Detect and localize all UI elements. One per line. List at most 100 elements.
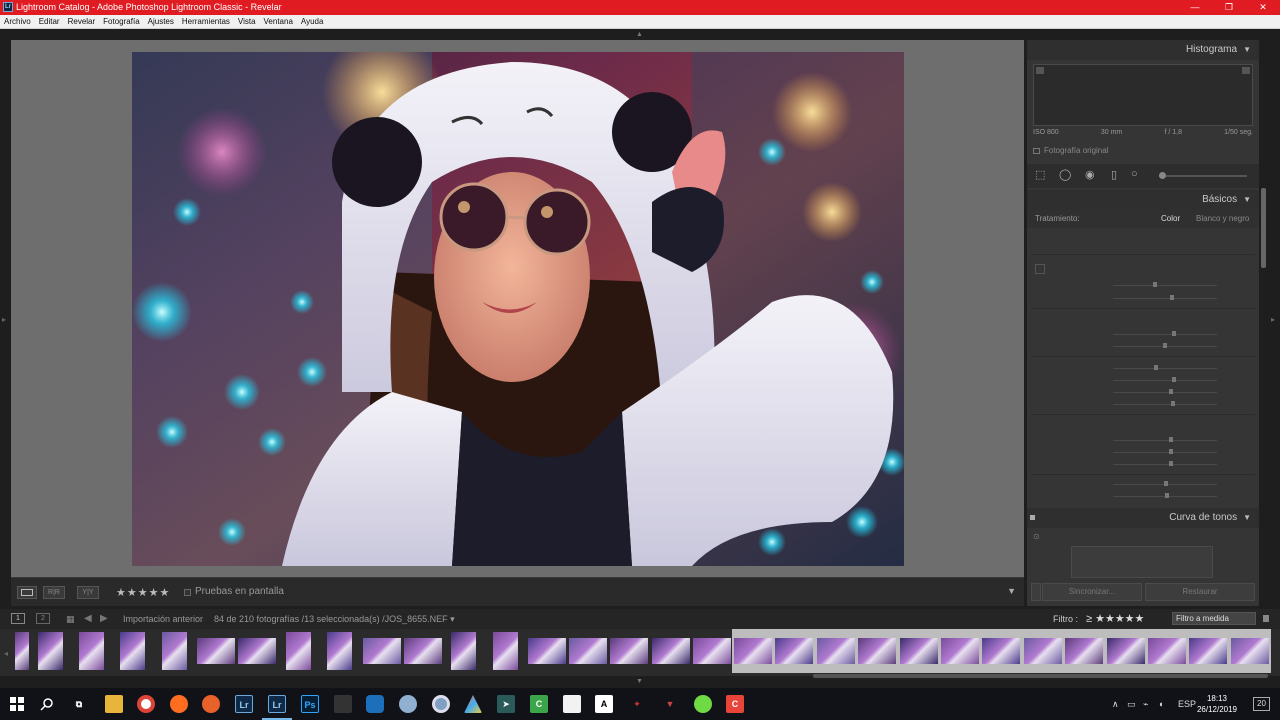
filmstrip-thumbnail[interactable]: [1187, 629, 1230, 673]
maximize-button[interactable]: ❐: [1212, 0, 1246, 15]
filmstrip-thumbnail[interactable]: [608, 629, 650, 673]
whites-slider[interactable]: [1027, 388, 1259, 398]
menu-vista[interactable]: Vista: [234, 15, 260, 28]
filmstrip-thumbnail[interactable]: [236, 629, 278, 673]
main-window-button[interactable]: 1: [11, 613, 25, 624]
slider-knob[interactable]: [1163, 343, 1167, 348]
filmstrip-thumbnail[interactable]: [1063, 629, 1106, 673]
menu-ajustes[interactable]: Ajustes: [144, 15, 178, 28]
menu-fotografia[interactable]: Fotografía: [99, 15, 143, 28]
menu-herramientas[interactable]: Herramientas: [178, 15, 234, 28]
slider-knob[interactable]: [1159, 172, 1166, 179]
disc-app-icon[interactable]: [432, 695, 450, 713]
temperature-slider[interactable]: [1027, 281, 1259, 291]
upwork-icon[interactable]: [694, 695, 712, 713]
right-panel-scrollbar[interactable]: [1261, 188, 1266, 268]
tone-curve-header[interactable]: Curva de tonos ▼: [1027, 508, 1259, 528]
secondary-window-button[interactable]: 2: [36, 613, 50, 624]
filmstrip-thumbnail[interactable]: [650, 629, 692, 673]
filmstrip-left-arrow-icon[interactable]: ◂: [4, 649, 8, 658]
slider-knob[interactable]: [1172, 377, 1176, 382]
filmstrip-thumbnail[interactable]: [773, 629, 816, 673]
filmstrip-thumbnail[interactable]: [1146, 629, 1188, 673]
firefox-secondary-icon[interactable]: [202, 695, 220, 713]
blacks-slider[interactable]: [1027, 400, 1259, 410]
arrow-app-icon[interactable]: ➤: [497, 695, 515, 713]
firefox-icon[interactable]: [170, 695, 188, 713]
shadows-slider[interactable]: [1027, 376, 1259, 386]
volume-icon[interactable]: ◖: [1158, 688, 1163, 720]
prism-app-icon[interactable]: [464, 695, 482, 713]
network-icon[interactable]: ⌁: [1143, 688, 1148, 720]
filmstrip-thumbnail[interactable]: [939, 629, 981, 673]
menu-editar[interactable]: Editar: [35, 15, 64, 28]
highlight-clipping-icon[interactable]: [1242, 67, 1250, 74]
filter-preset-select[interactable]: Filtro a medida: [1172, 612, 1256, 625]
reset-button[interactable]: Restaurar: [1145, 583, 1255, 601]
filmstrip-thumbnail[interactable]: [691, 629, 733, 673]
slider-knob[interactable]: [1153, 282, 1157, 287]
sync-button[interactable]: Sincronizar...: [1042, 583, 1142, 601]
globe-app-icon[interactable]: [399, 695, 417, 713]
filmstrip-thumbnail[interactable]: [1104, 629, 1147, 673]
original-photo-toggle[interactable]: Fotografía original: [1033, 146, 1108, 155]
filmstrip-thumbnail[interactable]: [118, 629, 147, 673]
menu-ventana[interactable]: Ventana: [260, 15, 297, 28]
slider-knob[interactable]: [1170, 295, 1174, 300]
filmstrip-thumbnail[interactable]: [732, 629, 774, 673]
slider-knob[interactable]: [1169, 461, 1173, 466]
chrome-icon[interactable]: [137, 695, 155, 713]
grid-view-icon[interactable]: ▦: [66, 614, 76, 624]
filmstrip-thumbnail[interactable]: [491, 629, 520, 673]
menu-archivo[interactable]: Archivo: [0, 15, 35, 28]
source-label[interactable]: Importación anterior: [123, 609, 203, 629]
minimize-button[interactable]: —: [1178, 0, 1212, 15]
wolf-app-icon[interactable]: ✦: [628, 695, 646, 713]
graduated-filter-icon[interactable]: ▯: [1111, 168, 1117, 181]
filmstrip-thumbnail[interactable]: [284, 629, 313, 673]
windows-start-icon[interactable]: [8, 695, 26, 713]
filmstrip-thumbnail[interactable]: [36, 629, 65, 673]
slider-knob[interactable]: [1154, 365, 1158, 370]
top-panel-toggle[interactable]: ▲: [0, 29, 1280, 40]
camtasia-icon[interactable]: C: [530, 695, 548, 713]
highlights-slider[interactable]: [1027, 364, 1259, 374]
clock[interactable]: 18:13 26/12/2019: [1192, 693, 1242, 715]
histogram-display[interactable]: [1033, 64, 1253, 126]
red-eye-icon[interactable]: ◉: [1085, 168, 1095, 181]
toolbar-menu-chevron-icon[interactable]: ▼: [1007, 586, 1016, 596]
filmstrip-thumbnail[interactable]: [449, 629, 478, 673]
right-panel-toggle[interactable]: ▸: [1268, 40, 1280, 606]
clarity-slider[interactable]: [1027, 448, 1259, 458]
slider-knob[interactable]: [1169, 389, 1173, 394]
brush-slider[interactable]: [1159, 172, 1247, 179]
menu-revelar[interactable]: Revelar: [64, 15, 100, 28]
left-panel-toggle[interactable]: ▸: [0, 40, 11, 606]
filmstrip-thumbnail[interactable]: [13, 629, 31, 673]
file-explorer-icon[interactable]: [105, 695, 123, 713]
task-view-icon[interactable]: ⧉: [70, 695, 88, 713]
contrast-slider[interactable]: [1027, 342, 1259, 352]
basics-header[interactable]: Básicos ▼: [1027, 190, 1259, 210]
slider-knob[interactable]: [1165, 493, 1169, 498]
loupe-view-button[interactable]: [17, 586, 37, 599]
filmstrip-thumbnail[interactable]: [77, 629, 106, 673]
rating-stars[interactable]: ★★★★★: [116, 586, 170, 599]
filmstrip-thumbnail[interactable]: [1228, 629, 1271, 673]
radial-filter-icon[interactable]: ○: [1131, 168, 1138, 180]
before-after-tb-button[interactable]: Y|Y: [77, 586, 99, 599]
filmstrip-thumbnail[interactable]: [897, 629, 940, 673]
notifications-badge[interactable]: 20: [1253, 697, 1270, 711]
tint-slider[interactable]: [1027, 294, 1259, 304]
filmstrip-thumbnail[interactable]: [195, 629, 237, 673]
bottom-panel-toggle[interactable]: ▼: [0, 678, 1280, 688]
slider-knob[interactable]: [1169, 437, 1173, 442]
cube-app-icon[interactable]: [366, 695, 384, 713]
crop-icon[interactable]: ⬚: [1035, 168, 1045, 181]
before-after-lr-button[interactable]: R|R: [43, 586, 65, 599]
filmstrip-thumbnail[interactable]: [856, 629, 899, 673]
main-photo[interactable]: [132, 52, 904, 566]
filmstrip-thumbnail[interactable]: [526, 629, 568, 673]
menu-ayuda[interactable]: Ayuda: [297, 15, 328, 28]
tray-app-icon[interactable]: ▭: [1127, 688, 1136, 720]
